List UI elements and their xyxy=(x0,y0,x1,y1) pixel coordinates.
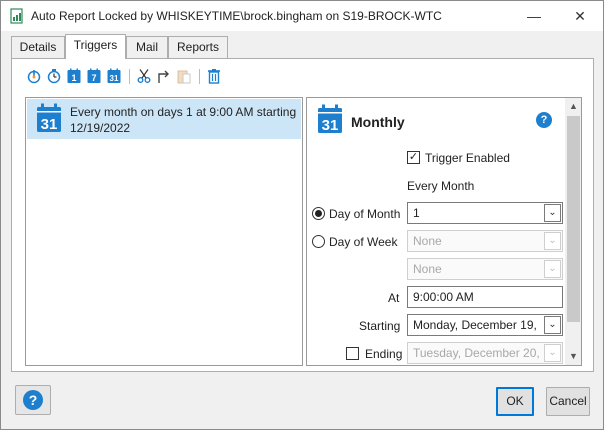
day-of-month-value: 1 xyxy=(413,206,420,220)
minimize-button[interactable]: — xyxy=(511,1,557,31)
trigger-enabled-label: Trigger Enabled xyxy=(425,151,510,165)
scroll-thumb[interactable] xyxy=(567,116,580,322)
day-of-week-value: None xyxy=(413,234,442,248)
ending-date-picker[interactable]: Tuesday, December 20, ⌄ xyxy=(407,342,563,364)
starting-value: Monday, December 19, xyxy=(413,318,537,332)
monthly-calendar-icon: 31 xyxy=(318,104,342,134)
trigger-list[interactable]: 31 Every month on days 1 at 9:00 AM star… xyxy=(25,97,303,366)
starting-date-picker[interactable]: Monday, December 19, ⌄ xyxy=(407,314,563,336)
weekly-num-label: 7 xyxy=(91,73,96,83)
help-icon[interactable]: ? xyxy=(536,112,552,128)
day-of-month-label: Day of Month xyxy=(329,207,401,221)
ok-button[interactable]: OK xyxy=(496,387,534,416)
chevron-down-icon[interactable]: ▼ xyxy=(565,348,581,364)
cut-icon[interactable] xyxy=(136,68,152,84)
trigger-detail-panel: 31 Monthly ? ✓ Trigger Enabled Every Mon… xyxy=(306,97,582,366)
new-startup-trigger-icon[interactable] xyxy=(26,68,42,84)
at-label: At xyxy=(388,291,400,305)
triggers-panel: 1 7 31 31 Every month on days 1 at 9:00 … xyxy=(11,58,594,372)
new-daily-trigger-icon[interactable]: 1 xyxy=(66,68,82,84)
day-of-month-radio[interactable] xyxy=(312,207,325,220)
cancel-button[interactable]: Cancel xyxy=(546,387,590,416)
trigger-enabled-checkbox[interactable]: ✓ xyxy=(407,151,420,164)
new-monthly-trigger-icon[interactable]: 31 xyxy=(106,68,122,84)
list-item[interactable]: 31 Every month on days 1 at 9:00 AM star… xyxy=(27,99,301,139)
chevron-down-icon[interactable]: ⌄ xyxy=(544,316,561,334)
toolbar-separator xyxy=(129,69,130,84)
close-icon: ✕ xyxy=(574,7,586,24)
ending-value: Tuesday, December 20, xyxy=(413,346,540,360)
detail-icon-num: 31 xyxy=(322,117,339,134)
new-time-trigger-icon[interactable] xyxy=(46,68,62,84)
daily-num-label: 1 xyxy=(71,73,76,83)
day-of-week-select[interactable]: None ⌄ xyxy=(407,230,563,252)
calendar-31-icon: 31 xyxy=(37,103,61,133)
day-of-week-radio[interactable] xyxy=(312,235,325,248)
copy-icon[interactable] xyxy=(156,68,172,84)
tab-details[interactable]: Details xyxy=(11,36,65,58)
title-bar: Auto Report Locked by WHISKEYTIME\brock.… xyxy=(1,1,603,31)
delete-icon[interactable] xyxy=(206,68,222,84)
toolbar-separator xyxy=(199,69,200,84)
list-item-text: Every month on days 1 at 9:00 AM startin… xyxy=(70,105,297,135)
help-icon: ? xyxy=(23,390,43,410)
day-of-week-value-2: None xyxy=(413,262,442,276)
starting-label: Starting xyxy=(359,319,401,333)
chevron-down-icon[interactable]: ⌄ xyxy=(544,344,561,362)
help-button[interactable]: ? xyxy=(15,385,51,415)
tab-triggers[interactable]: Triggers xyxy=(65,34,126,59)
list-item-icon-num: 31 xyxy=(41,116,58,133)
new-weekly-trigger-icon[interactable]: 7 xyxy=(86,68,102,84)
chevron-up-icon[interactable]: ▲ xyxy=(565,98,581,114)
tab-mail[interactable]: Mail xyxy=(126,36,168,58)
ending-checkbox[interactable] xyxy=(346,347,359,360)
window-title: Auto Report Locked by WHISKEYTIME\brock.… xyxy=(31,9,442,23)
chevron-down-icon[interactable]: ⌄ xyxy=(544,232,561,250)
chevron-down-icon[interactable]: ⌄ xyxy=(544,260,561,278)
tab-reports[interactable]: Reports xyxy=(168,36,228,58)
paste-icon[interactable] xyxy=(176,68,192,84)
detail-scrollbar[interactable]: ▲ ▼ xyxy=(565,98,581,365)
every-month-label: Every Month xyxy=(407,179,475,193)
close-button[interactable]: ✕ xyxy=(557,1,603,31)
report-icon xyxy=(10,8,23,24)
time-input[interactable]: 9:00:00 AM xyxy=(407,286,563,308)
detail-heading: Monthly xyxy=(351,114,405,130)
chevron-down-icon[interactable]: ⌄ xyxy=(544,204,561,222)
day-of-week-select-2[interactable]: None ⌄ xyxy=(407,258,563,280)
dialog-window: Auto Report Locked by WHISKEYTIME\brock.… xyxy=(0,0,604,430)
monthly-num-label: 31 xyxy=(110,74,119,83)
day-of-month-select[interactable]: 1 ⌄ xyxy=(407,202,563,224)
day-of-week-label: Day of Week xyxy=(329,235,398,249)
minimize-icon: — xyxy=(527,8,541,24)
ending-label: Ending xyxy=(365,347,403,361)
